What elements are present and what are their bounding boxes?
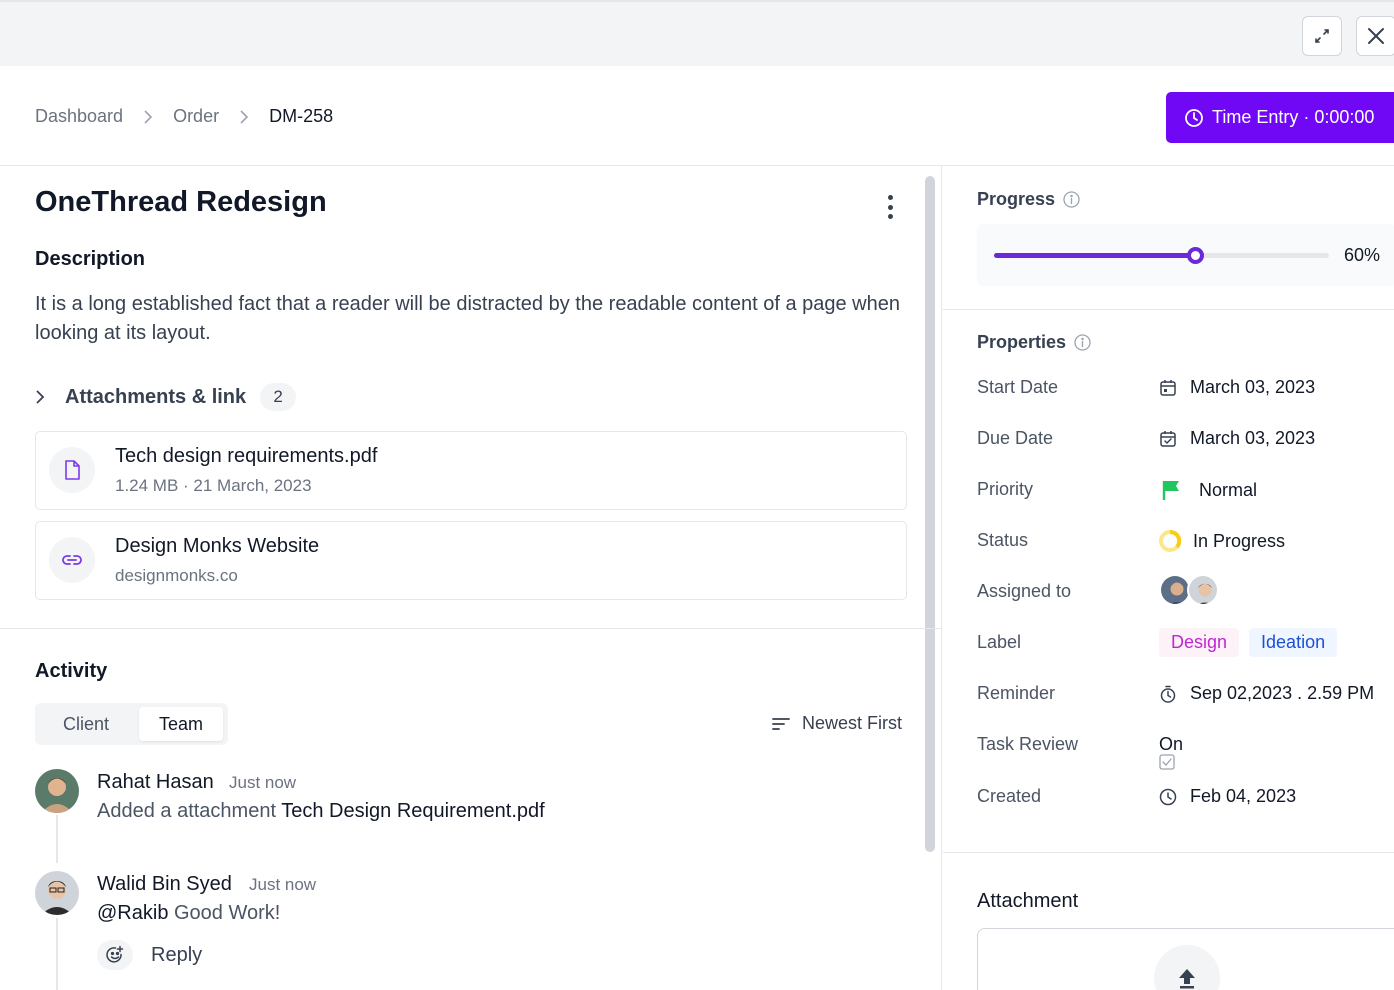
divider	[943, 309, 1394, 310]
activity-heading: Activity	[35, 660, 108, 682]
progress-value: 60%	[1344, 245, 1381, 265]
tab-team[interactable]: Team	[139, 707, 223, 741]
sort-icon	[772, 717, 790, 730]
label-label: Label	[977, 632, 1022, 652]
calendar-check-icon	[1159, 430, 1179, 448]
start-date-value[interactable]: March 03, 2023	[1159, 377, 1315, 398]
description-text: It is a long established fact that a rea…	[35, 293, 900, 344]
task-review-value[interactable]: On	[1159, 734, 1183, 770]
avatar	[35, 769, 79, 813]
checkbox-icon[interactable]	[1159, 754, 1175, 770]
sort-label: Newest First	[802, 713, 903, 733]
tag-design[interactable]: Design	[1159, 628, 1240, 657]
attachment-meta: designmonks.co	[115, 566, 238, 585]
assigned-label: Assigned to	[977, 581, 1072, 601]
attachment-item[interactable]: Tech design requirements.pdf 1.24 MB · 2…	[35, 431, 907, 510]
task-review-label: Task Review	[977, 734, 1079, 754]
info-icon[interactable]	[1063, 191, 1080, 208]
attachments-count: 2	[260, 383, 297, 411]
clock-icon	[1185, 108, 1203, 127]
created-label: Created	[977, 786, 1042, 806]
tag-ideation[interactable]: Ideation	[1249, 628, 1338, 657]
label-tags: Design Ideation	[1159, 628, 1338, 657]
tab-client[interactable]: Client	[39, 707, 133, 741]
attachments-toggle[interactable]: Attachments & link 2	[35, 383, 297, 411]
task-review-state: On	[1159, 734, 1184, 754]
more-options-icon[interactable]	[880, 193, 900, 221]
top-bar	[0, 0, 1394, 66]
reply-button[interactable]: Reply	[151, 944, 202, 967]
link-icon	[49, 537, 95, 583]
progress-fill	[994, 253, 1195, 258]
start-date-label: Start Date	[977, 377, 1059, 397]
info-icon[interactable]	[1074, 334, 1091, 351]
assignee-avatars[interactable]	[1159, 574, 1219, 606]
created-value: Feb 04, 2023	[1159, 786, 1296, 807]
reply-row: Reply	[97, 940, 202, 970]
activity-text: @Rakib Good Work!	[97, 902, 281, 924]
sort-button[interactable]: Newest First	[772, 713, 902, 734]
divider	[943, 852, 1394, 853]
progress-handle[interactable]	[1187, 247, 1204, 264]
activity-author: Rahat Hasan	[97, 771, 214, 793]
activity-tabs: Client Team	[35, 703, 228, 745]
avatar	[35, 871, 79, 915]
close-button[interactable]	[1356, 16, 1394, 56]
breadcrumb-order[interactable]: Order	[173, 106, 219, 127]
page-header: Dashboard Order DM-258 Time Entry · 0:00…	[0, 66, 1394, 166]
chevron-right-icon	[143, 109, 153, 124]
time-entry-label: Time Entry · 0:00:00	[1212, 107, 1375, 127]
breadcrumb-current: DM-258	[269, 106, 334, 126]
expand-icon	[1315, 29, 1329, 43]
activity-time: Just now	[229, 773, 297, 792]
emoji-reaction-button[interactable]	[97, 940, 133, 970]
attachment-name: Design Monks Website	[115, 535, 320, 557]
flag-icon	[1159, 479, 1187, 501]
priority-label: Priority	[977, 479, 1034, 499]
emoji-add-icon	[106, 945, 124, 963]
reminder-label: Reminder	[977, 683, 1056, 703]
file-icon	[49, 447, 95, 493]
activity-time: Just now	[249, 875, 317, 894]
divider	[0, 628, 942, 629]
priority-value[interactable]: Normal	[1159, 479, 1257, 501]
attachment-name: Tech design requirements.pdf	[115, 445, 378, 467]
attachment-heading: Attachment	[977, 890, 1079, 912]
close-icon	[1368, 28, 1384, 44]
stopwatch-icon	[1159, 685, 1179, 703]
status-label: Status	[977, 530, 1029, 550]
attachments-label: Attachments & link	[65, 385, 247, 408]
reminder-value[interactable]: Sep 02,2023 . 2.59 PM	[1159, 683, 1374, 704]
activity-highlight[interactable]: Tech Design Requirement.pdf	[281, 800, 544, 822]
calendar-icon	[1159, 379, 1179, 397]
activity-author: Walid Bin Syed	[97, 873, 232, 895]
activity-text: Added a attachment Tech Design Requireme…	[97, 800, 545, 822]
thread-line	[56, 918, 58, 990]
status-value[interactable]: In Progress	[1159, 530, 1285, 552]
attachment-meta: 1.24 MB · 21 March, 2023	[115, 476, 312, 495]
scrollbar[interactable]	[925, 176, 935, 852]
avatar	[1187, 574, 1219, 606]
due-date-value[interactable]: March 03, 2023	[1159, 428, 1315, 449]
thread-line	[56, 815, 58, 863]
description-heading: Description	[35, 248, 146, 270]
progress-heading: Progress	[977, 189, 1080, 210]
chevron-right-icon	[239, 109, 249, 124]
due-date-label: Due Date	[977, 428, 1054, 448]
chevron-right-icon	[36, 390, 45, 404]
mention[interactable]: @Rakib	[97, 902, 168, 924]
progress-slider[interactable]	[994, 247, 1329, 264]
breadcrumb-dashboard[interactable]: Dashboard	[35, 106, 123, 127]
time-entry-button[interactable]: Time Entry · 0:00:00	[1166, 92, 1394, 143]
task-title: OneThread Redesign	[35, 186, 327, 218]
breadcrumb: Dashboard Order DM-258	[35, 106, 333, 127]
progress-status-icon	[1159, 530, 1183, 552]
properties-heading: Properties	[977, 332, 1091, 353]
attachment-item[interactable]: Design Monks Website designmonks.co	[35, 521, 907, 600]
clock-icon	[1159, 788, 1179, 806]
expand-button[interactable]	[1302, 16, 1342, 56]
